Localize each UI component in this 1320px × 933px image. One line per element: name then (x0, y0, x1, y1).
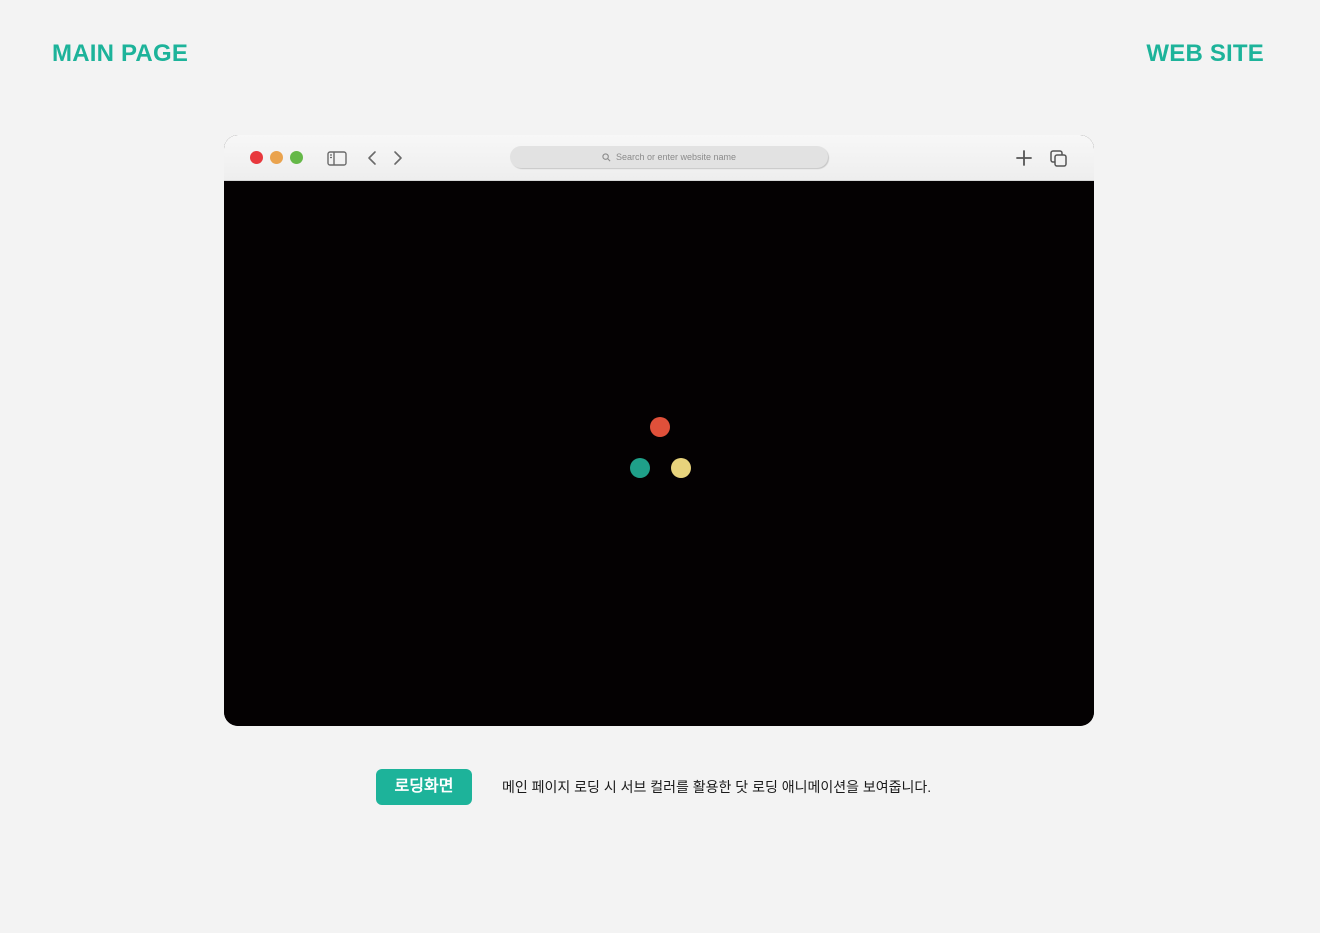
main-page-title: MAIN PAGE (52, 40, 189, 67)
loading-dot-green (630, 458, 650, 478)
browser-viewport (224, 181, 1094, 726)
loading-dot-red (650, 417, 670, 437)
loading-screen-description: 메인 페이지 로딩 시 서브 컬러를 활용한 닷 로딩 애니메이션을 보여줍니다… (502, 779, 932, 795)
browser-toolbar: Search or enter website name (224, 135, 1094, 181)
browser-window: Search or enter website name (224, 135, 1094, 726)
chevron-right-icon[interactable] (390, 147, 406, 169)
maximize-window-button[interactable] (290, 151, 303, 164)
address-placeholder: Search or enter website name (615, 152, 737, 162)
chevron-left-icon[interactable] (364, 147, 380, 169)
loading-dot-yellow (671, 458, 691, 478)
sidebar-toggle-icon[interactable] (326, 147, 348, 169)
address-bar[interactable]: Search or enter website name (510, 146, 828, 168)
plus-icon[interactable] (1013, 147, 1035, 169)
tab-overview-icon[interactable] (1048, 147, 1070, 169)
search-icon (602, 152, 611, 161)
minimize-window-button[interactable] (270, 151, 283, 164)
close-window-button[interactable] (250, 151, 263, 164)
loading-screen-badge: 로딩화면 (376, 769, 472, 805)
web-site-title: WEB SITE (1146, 40, 1264, 67)
